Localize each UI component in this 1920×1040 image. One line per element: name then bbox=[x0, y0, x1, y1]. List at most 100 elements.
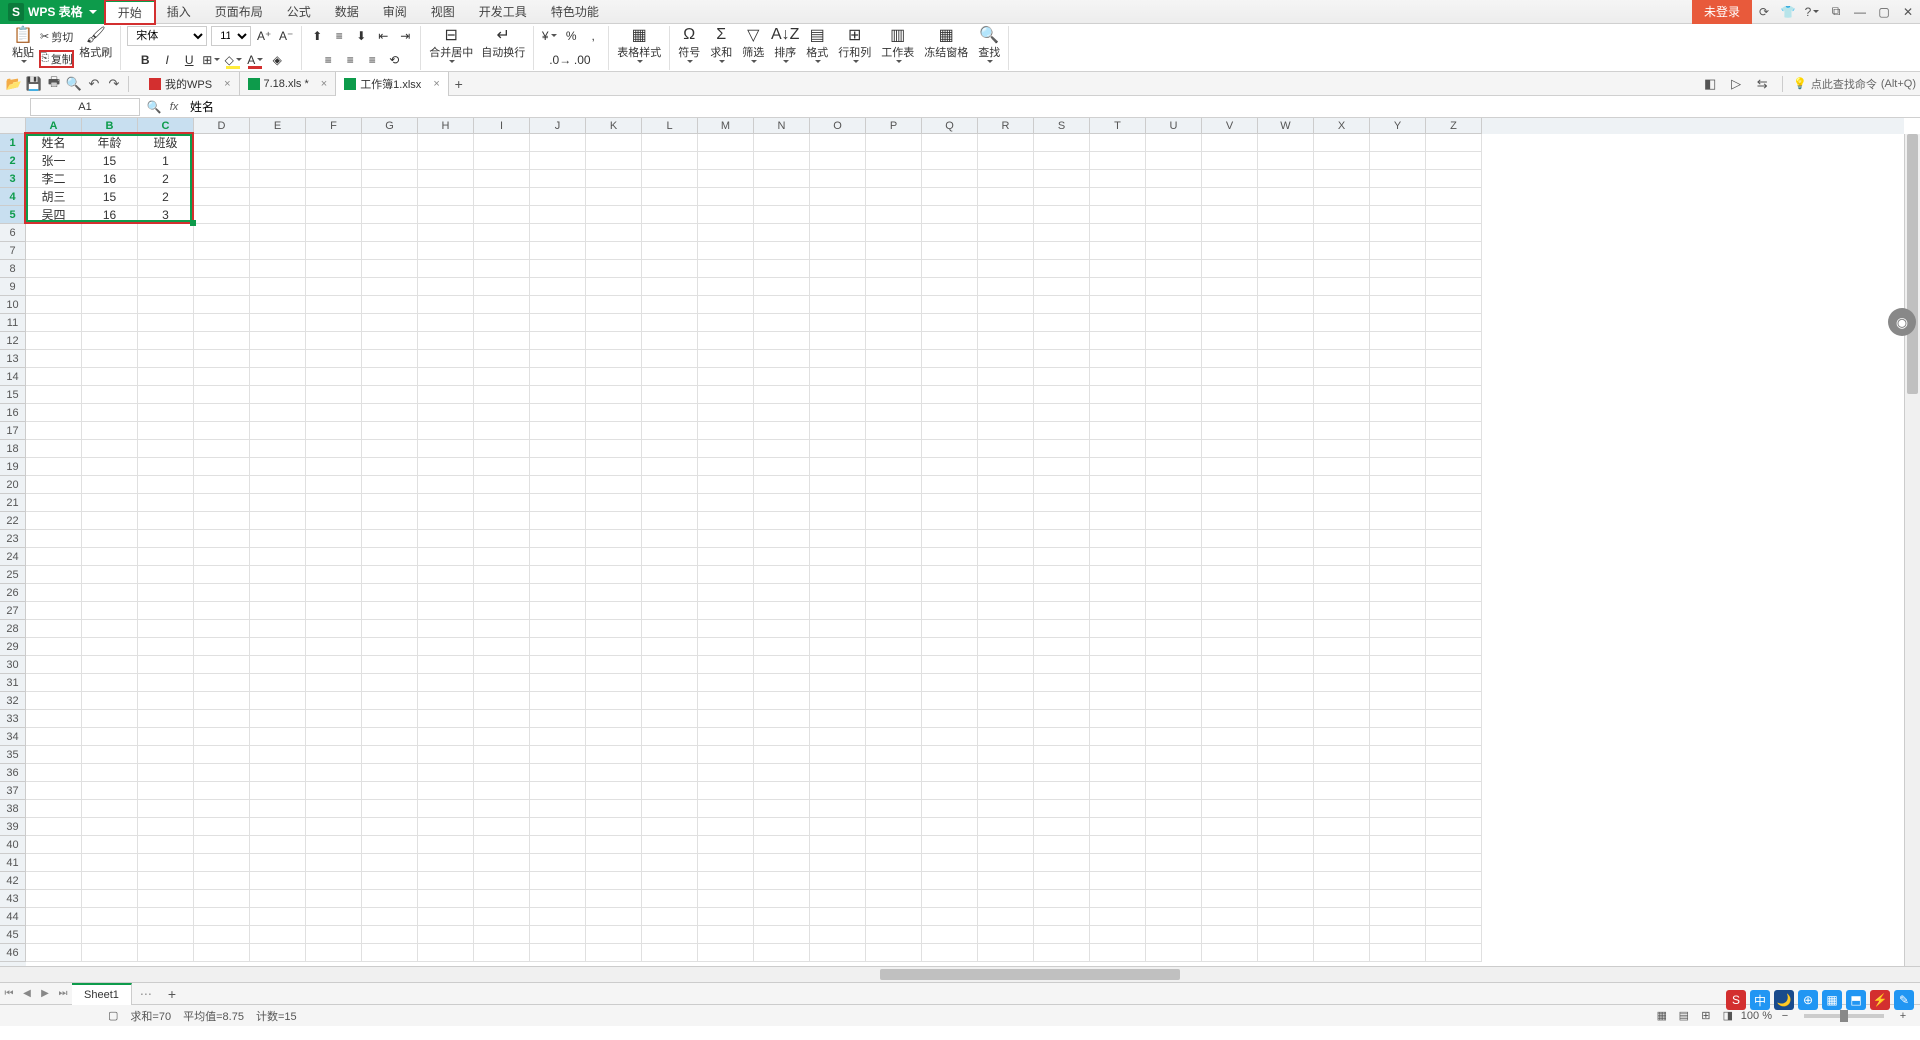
cell-X10[interactable] bbox=[1314, 296, 1370, 314]
cell-D32[interactable] bbox=[194, 692, 250, 710]
cell-E15[interactable] bbox=[250, 386, 306, 404]
cell-S12[interactable] bbox=[1034, 332, 1090, 350]
cell-K37[interactable] bbox=[586, 782, 642, 800]
cell-W34[interactable] bbox=[1258, 728, 1314, 746]
row-header-35[interactable]: 35 bbox=[0, 746, 26, 764]
cell-S3[interactable] bbox=[1034, 170, 1090, 188]
cell-H32[interactable] bbox=[418, 692, 474, 710]
cell-V38[interactable] bbox=[1202, 800, 1258, 818]
cell-J11[interactable] bbox=[530, 314, 586, 332]
cell-Q22[interactable] bbox=[922, 512, 978, 530]
cell-L13[interactable] bbox=[642, 350, 698, 368]
sheet-nav-last-icon[interactable]: ⏭ bbox=[54, 985, 72, 1003]
cell-N44[interactable] bbox=[754, 908, 810, 926]
cell-R22[interactable] bbox=[978, 512, 1034, 530]
cell-B3[interactable]: 16 bbox=[82, 170, 138, 188]
cell-M35[interactable] bbox=[698, 746, 754, 764]
cell-W23[interactable] bbox=[1258, 530, 1314, 548]
cell-C12[interactable] bbox=[138, 332, 194, 350]
cell-U9[interactable] bbox=[1146, 278, 1202, 296]
cell-W13[interactable] bbox=[1258, 350, 1314, 368]
cell-K27[interactable] bbox=[586, 602, 642, 620]
col-header-G[interactable]: G bbox=[362, 118, 418, 134]
cell-Y20[interactable] bbox=[1370, 476, 1426, 494]
cell-Y1[interactable] bbox=[1370, 134, 1426, 152]
cell-E13[interactable] bbox=[250, 350, 306, 368]
col-header-L[interactable]: L bbox=[642, 118, 698, 134]
cell-P16[interactable] bbox=[866, 404, 922, 422]
cell-J46[interactable] bbox=[530, 944, 586, 962]
cell-I25[interactable] bbox=[474, 566, 530, 584]
cell-H40[interactable] bbox=[418, 836, 474, 854]
cell-K26[interactable] bbox=[586, 584, 642, 602]
cell-Y6[interactable] bbox=[1370, 224, 1426, 242]
cell-U15[interactable] bbox=[1146, 386, 1202, 404]
cell-N1[interactable] bbox=[754, 134, 810, 152]
cell-Z16[interactable] bbox=[1426, 404, 1482, 422]
cell-H30[interactable] bbox=[418, 656, 474, 674]
row-header-37[interactable]: 37 bbox=[0, 782, 26, 800]
cell-W24[interactable] bbox=[1258, 548, 1314, 566]
cell-F31[interactable] bbox=[306, 674, 362, 692]
cell-R34[interactable] bbox=[978, 728, 1034, 746]
cell-X33[interactable] bbox=[1314, 710, 1370, 728]
tray-icon-6[interactable]: ⚡ bbox=[1870, 990, 1890, 1010]
cell-B20[interactable] bbox=[82, 476, 138, 494]
cell-W25[interactable] bbox=[1258, 566, 1314, 584]
cell-P1[interactable] bbox=[866, 134, 922, 152]
cell-E14[interactable] bbox=[250, 368, 306, 386]
cell-G31[interactable] bbox=[362, 674, 418, 692]
cell-T21[interactable] bbox=[1090, 494, 1146, 512]
cell-V4[interactable] bbox=[1202, 188, 1258, 206]
cell-P6[interactable] bbox=[866, 224, 922, 242]
cell-S24[interactable] bbox=[1034, 548, 1090, 566]
cell-S21[interactable] bbox=[1034, 494, 1090, 512]
cell-W22[interactable] bbox=[1258, 512, 1314, 530]
cell-Q35[interactable] bbox=[922, 746, 978, 764]
cell-D39[interactable] bbox=[194, 818, 250, 836]
cell-E10[interactable] bbox=[250, 296, 306, 314]
cell-G43[interactable] bbox=[362, 890, 418, 908]
cut-button[interactable]: ✂ 剪切 bbox=[40, 29, 73, 45]
cell-I35[interactable] bbox=[474, 746, 530, 764]
cell-Y44[interactable] bbox=[1370, 908, 1426, 926]
name-box[interactable]: A1 bbox=[30, 98, 140, 116]
cell-A16[interactable] bbox=[26, 404, 82, 422]
cell-K20[interactable] bbox=[586, 476, 642, 494]
cell-C35[interactable] bbox=[138, 746, 194, 764]
cell-J24[interactable] bbox=[530, 548, 586, 566]
cell-O4[interactable] bbox=[810, 188, 866, 206]
cell-W1[interactable] bbox=[1258, 134, 1314, 152]
cell-O32[interactable] bbox=[810, 692, 866, 710]
cell-V31[interactable] bbox=[1202, 674, 1258, 692]
cell-L19[interactable] bbox=[642, 458, 698, 476]
cell-G19[interactable] bbox=[362, 458, 418, 476]
cell-U5[interactable] bbox=[1146, 206, 1202, 224]
cell-C34[interactable] bbox=[138, 728, 194, 746]
cell-C21[interactable] bbox=[138, 494, 194, 512]
cell-U18[interactable] bbox=[1146, 440, 1202, 458]
cell-D41[interactable] bbox=[194, 854, 250, 872]
cell-B6[interactable] bbox=[82, 224, 138, 242]
cell-T44[interactable] bbox=[1090, 908, 1146, 926]
side-float-button[interactable]: ◉ bbox=[1888, 308, 1916, 336]
cell-B18[interactable] bbox=[82, 440, 138, 458]
cell-J35[interactable] bbox=[530, 746, 586, 764]
cell-G44[interactable] bbox=[362, 908, 418, 926]
cell-B12[interactable] bbox=[82, 332, 138, 350]
cell-X13[interactable] bbox=[1314, 350, 1370, 368]
cell-Q3[interactable] bbox=[922, 170, 978, 188]
cell-T17[interactable] bbox=[1090, 422, 1146, 440]
cell-P45[interactable] bbox=[866, 926, 922, 944]
cell-L30[interactable] bbox=[642, 656, 698, 674]
cell-N37[interactable] bbox=[754, 782, 810, 800]
cell-H16[interactable] bbox=[418, 404, 474, 422]
cell-A19[interactable] bbox=[26, 458, 82, 476]
cell-W36[interactable] bbox=[1258, 764, 1314, 782]
cell-Z25[interactable] bbox=[1426, 566, 1482, 584]
cell-B36[interactable] bbox=[82, 764, 138, 782]
cell-C39[interactable] bbox=[138, 818, 194, 836]
cell-Z5[interactable] bbox=[1426, 206, 1482, 224]
cell-G45[interactable] bbox=[362, 926, 418, 944]
cell-E30[interactable] bbox=[250, 656, 306, 674]
